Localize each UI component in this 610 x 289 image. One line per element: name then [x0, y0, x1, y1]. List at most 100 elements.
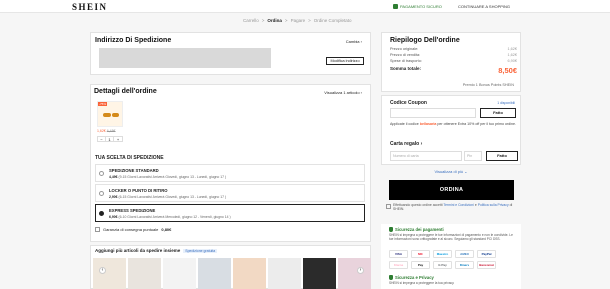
- shipping-option-name: EXPRESS SPEDIZIONE: [109, 208, 156, 213]
- terms-checkbox[interactable]: [386, 204, 391, 209]
- summary-rows: Prezzo originale: 1,62€ Prezzo di vendita…: [390, 47, 517, 75]
- privacy-text: SHEIN si impegna a proteggere la tua pri…: [389, 281, 455, 285]
- privacy-policy-link[interactable]: Politica sulla Privacy: [478, 203, 509, 207]
- add-more-title: Aggiungi più articoli da spedire insieme…: [95, 248, 218, 253]
- shipping-address-title: Indirizzo Di Spedizione: [95, 37, 172, 44]
- suggested-product[interactable]: [128, 258, 161, 289]
- summary-total: Somma totale: 8,50€: [390, 66, 517, 75]
- breadcrumb-order: Ordina: [267, 18, 282, 23]
- payment-security-title-text: Sicurezza dei pagamenti: [395, 227, 444, 232]
- guarantee-label: Garanzia di consegna puntuale: [103, 227, 159, 232]
- apply-gift-card-button[interactable]: Fatto: [486, 151, 518, 161]
- payment-method-logo: Bancomat: [477, 261, 496, 269]
- order-summary-card: Riepilogo Dell'ordine Prezzo originale: 1…: [381, 32, 521, 92]
- gift-card-section: Carta regalo › Numero di carta Pin Fatto: [381, 139, 521, 165]
- payment-method-logo: VISA: [389, 250, 408, 258]
- payment-methods: VISA MC Maestro AMEX PayPal Klarna Pay G Pay Din…: [389, 250, 517, 269]
- add-more-items-card: Aggiungi più articoli da spedire insieme…: [90, 245, 371, 289]
- promo-prefix: Applicate il codice: [390, 122, 419, 126]
- product-price: 1,62€ 6,48€: [97, 129, 116, 133]
- edit-address-button[interactable]: Modifica indirizzo: [326, 57, 364, 65]
- radio-button[interactable]: [99, 171, 104, 176]
- summary-row-value: 6,90€: [507, 59, 517, 63]
- product-image[interactable]: -75%: [97, 101, 123, 127]
- shield-icon: [389, 227, 393, 232]
- breadcrumb: Carrello > Ordina > Pagare > Ordine Comp…: [243, 18, 352, 23]
- suggested-product[interactable]: [93, 258, 126, 289]
- address-redacted-block: [99, 48, 271, 68]
- lock-icon: [389, 275, 393, 280]
- view-all-items-link[interactable]: Visualizza 1 articolo ›: [324, 90, 362, 95]
- coupons-available-link[interactable]: 1 disponibili: [497, 101, 515, 105]
- summary-row: Spese di trasporto: 6,90€: [390, 59, 517, 65]
- shield-icon: [393, 4, 398, 9]
- gift-card-pin-input[interactable]: Pin: [464, 151, 482, 161]
- suggested-product[interactable]: [338, 258, 371, 289]
- terms-conditions-link[interactable]: Termini e Condizioni: [443, 203, 474, 207]
- coupon-input[interactable]: [390, 108, 476, 118]
- bonus-points: Premio 1 Bonus Points SHEIN: [462, 83, 514, 87]
- place-order-button[interactable]: ORDINA: [389, 180, 514, 200]
- payment-method-logo: Maestro: [433, 250, 452, 258]
- suggested-product[interactable]: [268, 258, 301, 289]
- breadcrumb-separator: >: [261, 18, 265, 23]
- terms-prefix: Effettuando questo ordine accetti: [393, 203, 443, 207]
- suggested-product[interactable]: [163, 258, 196, 289]
- show-more-link[interactable]: Visualizza di più ⌄: [381, 169, 521, 174]
- payment-method-logo: PayPal: [477, 250, 496, 258]
- shipping-option-express[interactable]: EXPRESS SPEDIZIONE 6,90€ (6-10 Giorni La…: [95, 204, 365, 222]
- terms-text: Effettuando questo ordine accetti Termin…: [393, 203, 518, 212]
- breadcrumb-separator: >: [308, 18, 311, 23]
- payment-method-logo: AMEX: [455, 250, 474, 258]
- shipping-method-title: TUA SCELTA DI SPEDIZIONE: [95, 155, 164, 161]
- privacy-title: Sicurezza e Privacy: [389, 275, 434, 280]
- shipping-address-card: Indirizzo Di Spedizione Cambia › Modific…: [90, 32, 371, 75]
- shipping-option-name: SPEDIZIONE STANDARD: [109, 168, 159, 173]
- payment-security-text: SHEIN si impegna a proteggere le tue inf…: [389, 233, 513, 241]
- shipping-option-desc: 2,90€ (6-15 Giorni Lavorativi Arriverà G…: [109, 195, 226, 199]
- apply-coupon-button[interactable]: Fatto: [480, 108, 516, 118]
- quantity-decrease-button[interactable]: −: [98, 137, 106, 142]
- privacy-title-text: Sicurezza e Privacy: [395, 275, 434, 280]
- gift-card-title-text: Carta regalo: [390, 141, 420, 147]
- guarantee-checkbox[interactable]: [95, 227, 100, 232]
- payment-method-logo: Diners: [455, 261, 474, 269]
- shipping-option-locker[interactable]: LOCKER O PUNTO DI RITIRO 2,90€ (6-15 Gio…: [95, 184, 365, 202]
- carousel-next-button[interactable]: ›: [357, 267, 364, 274]
- terms-agreement: Effettuando questo ordine accetti Termin…: [386, 203, 518, 212]
- suggested-product[interactable]: [233, 258, 266, 289]
- quantity-value[interactable]: 1: [106, 137, 114, 142]
- discount-tag: -75%: [98, 102, 108, 106]
- shipping-option-standard[interactable]: SPEDIZIONE STANDARD 4,49€ (9-15 Giorni L…: [95, 164, 365, 182]
- payment-method-logo: Klarna: [389, 261, 408, 269]
- radio-button-checked[interactable]: [99, 211, 104, 216]
- promo-suffix: per ottenere Extra 10% off per il tuo pr…: [437, 122, 517, 126]
- continue-shopping-link[interactable]: CONTINUARE A SHOPPING: [458, 4, 510, 9]
- breadcrumb-cart[interactable]: Carrello: [243, 18, 259, 23]
- suggested-products: [93, 258, 371, 289]
- breadcrumb-complete: Ordine Completato: [313, 18, 352, 23]
- change-address-link[interactable]: Cambia ›: [346, 39, 362, 44]
- breadcrumb-separator: >: [284, 18, 288, 23]
- coupon-promo-text: Applicate il codice bellasaria per otten…: [390, 122, 518, 127]
- shipping-option-eta: (6-10 Giorni Lavorativi Arriverà Mercole…: [118, 215, 231, 219]
- shipping-option-eta: (9-15 Giorni Lavorativi Arriverà Giovedì…: [118, 175, 227, 179]
- shipping-option-eta: (6-15 Giorni Lavorativi Arriverà Giovedì…: [118, 195, 227, 199]
- quantity-increase-button[interactable]: +: [114, 137, 122, 142]
- payment-method-logo: G Pay: [433, 261, 452, 269]
- shein-logo[interactable]: SHEIN: [72, 2, 108, 12]
- order-details-title: Dettagli dell'ordine: [94, 88, 157, 95]
- radio-button[interactable]: [99, 191, 104, 196]
- gift-card-number-input[interactable]: Numero di carta: [390, 151, 462, 161]
- secure-payment-badge: PAGAMENTO SICURO: [393, 4, 442, 9]
- sale-price: 1,62€: [97, 129, 106, 133]
- order-summary-title: Riepilogo Dell'ordine: [390, 37, 460, 44]
- original-price: 6,48€: [106, 129, 116, 133]
- breadcrumb-pay: Pagare: [290, 18, 306, 23]
- secure-payment-label: PAGAMENTO SICURO: [400, 4, 442, 9]
- shipping-option-desc: 6,90€ (6-10 Giorni Lavorativi Arriverà M…: [109, 215, 231, 219]
- carousel-prev-button[interactable]: ‹: [99, 267, 106, 274]
- delivery-guarantee: Garanzia di consegna puntuale 0,80€: [95, 227, 171, 232]
- suggested-product[interactable]: [303, 258, 336, 289]
- suggested-product[interactable]: [198, 258, 231, 289]
